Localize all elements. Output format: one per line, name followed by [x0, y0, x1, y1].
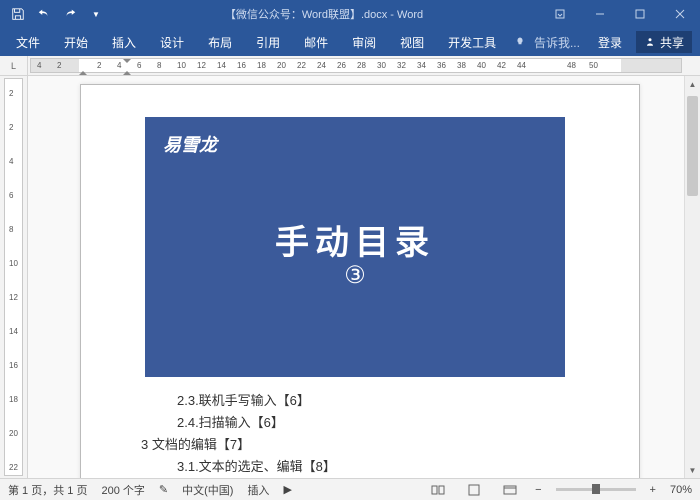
title-bar: ▼ 【微信公众号：Word联盟】.docx - Word [0, 0, 700, 28]
horizontal-ruler-area: L 42246810121416182022242628303234363840… [0, 56, 700, 76]
maximize-button[interactable] [620, 0, 660, 28]
tell-me-input[interactable]: 告诉我... [526, 34, 588, 51]
window-title: 【微信公众号：Word联盟】.docx - Word [108, 6, 540, 22]
share-label: 共享 [660, 34, 684, 51]
window-controls [540, 0, 700, 28]
word-count[interactable]: 200 个字 [101, 482, 144, 498]
tab-mailings[interactable]: 邮件 [292, 28, 340, 56]
tab-view[interactable]: 视图 [388, 28, 436, 56]
zoom-in-button[interactable]: + [650, 484, 656, 496]
web-layout-button[interactable] [499, 481, 521, 499]
insert-mode[interactable]: 插入 [247, 482, 269, 498]
toc-item: 3.1.文本的选定、编辑【8】 [177, 456, 336, 478]
horizontal-ruler[interactable]: 4224681012141618202224262830323436384042… [30, 58, 682, 73]
scroll-down-button[interactable]: ▼ [685, 462, 700, 478]
read-mode-button[interactable] [427, 481, 449, 499]
document-area[interactable]: 易雪龙 手动目录 ③ 2.3.联机手写输入【6】 2.4.扫描输入【6】 3 文… [28, 76, 700, 478]
vertical-ruler[interactable]: 2246810121416182022 [4, 78, 23, 476]
tab-layout[interactable]: 布局 [196, 28, 244, 56]
zoom-slider-thumb[interactable] [592, 484, 600, 494]
tab-design[interactable]: 设计 [148, 28, 196, 56]
minimize-button[interactable] [580, 0, 620, 28]
toc-item: 2.4.扫描输入【6】 [177, 412, 336, 434]
ruler-corner[interactable]: L [0, 56, 28, 75]
zoom-level[interactable]: 70% [670, 484, 692, 496]
toc: 2.3.联机手写输入【6】 2.4.扫描输入【6】 3 文档的编辑【7】 3.1… [141, 390, 336, 478]
zoom-out-button[interactable]: − [535, 484, 541, 496]
ribbon-tabs: 文件 开始 插入 设计 布局 引用 邮件 审阅 视图 开发工具 告诉我... 登… [0, 28, 700, 56]
zoom-slider[interactable] [556, 488, 636, 491]
tab-file[interactable]: 文件 [4, 28, 52, 56]
print-layout-button[interactable] [463, 481, 485, 499]
share-icon [644, 36, 656, 48]
tab-insert[interactable]: 插入 [100, 28, 148, 56]
vertical-ruler-area: 2246810121416182022 [0, 76, 28, 478]
spellcheck-icon[interactable]: ✎ [159, 483, 168, 496]
save-button[interactable] [6, 2, 30, 26]
login-button[interactable]: 登录 [588, 34, 632, 51]
cover-logo: 易雪龙 [163, 131, 217, 157]
undo-button[interactable] [32, 2, 56, 26]
cover-title: 手动目录 [145, 215, 565, 264]
vertical-scrollbar[interactable]: ▲ ▼ [684, 76, 700, 478]
cover-box: 易雪龙 手动目录 ③ [145, 117, 565, 377]
macro-icon[interactable]: ▶ [283, 483, 291, 496]
language-status[interactable]: 中文(中国) [182, 482, 233, 498]
tab-references[interactable]: 引用 [244, 28, 292, 56]
document-page: 易雪龙 手动目录 ③ 2.3.联机手写输入【6】 2.4.扫描输入【6】 3 文… [80, 84, 640, 478]
ribbon-options-button[interactable] [540, 0, 580, 28]
toc-item: 2.3.联机手写输入【6】 [177, 390, 336, 412]
close-button[interactable] [660, 0, 700, 28]
scroll-up-button[interactable]: ▲ [685, 76, 700, 92]
quick-access-toolbar: ▼ [0, 2, 108, 26]
tab-developer[interactable]: 开发工具 [436, 28, 508, 56]
page-count[interactable]: 第 1 页，共 1 页 [8, 482, 87, 498]
tab-home[interactable]: 开始 [52, 28, 100, 56]
status-bar: 第 1 页，共 1 页 200 个字 ✎ 中文(中国) 插入 ▶ − + 70% [0, 478, 700, 500]
workspace: 2246810121416182022 易雪龙 手动目录 ③ 2.3.联机手写输… [0, 76, 700, 478]
scrollbar-thumb[interactable] [687, 96, 698, 196]
cover-number: ③ [145, 261, 565, 290]
share-button[interactable]: 共享 [636, 31, 692, 53]
tab-review[interactable]: 审阅 [340, 28, 388, 56]
lightbulb-icon [514, 36, 526, 48]
qat-customize-button[interactable]: ▼ [84, 2, 108, 26]
toc-item: 3 文档的编辑【7】 [141, 434, 336, 456]
redo-button[interactable] [58, 2, 82, 26]
